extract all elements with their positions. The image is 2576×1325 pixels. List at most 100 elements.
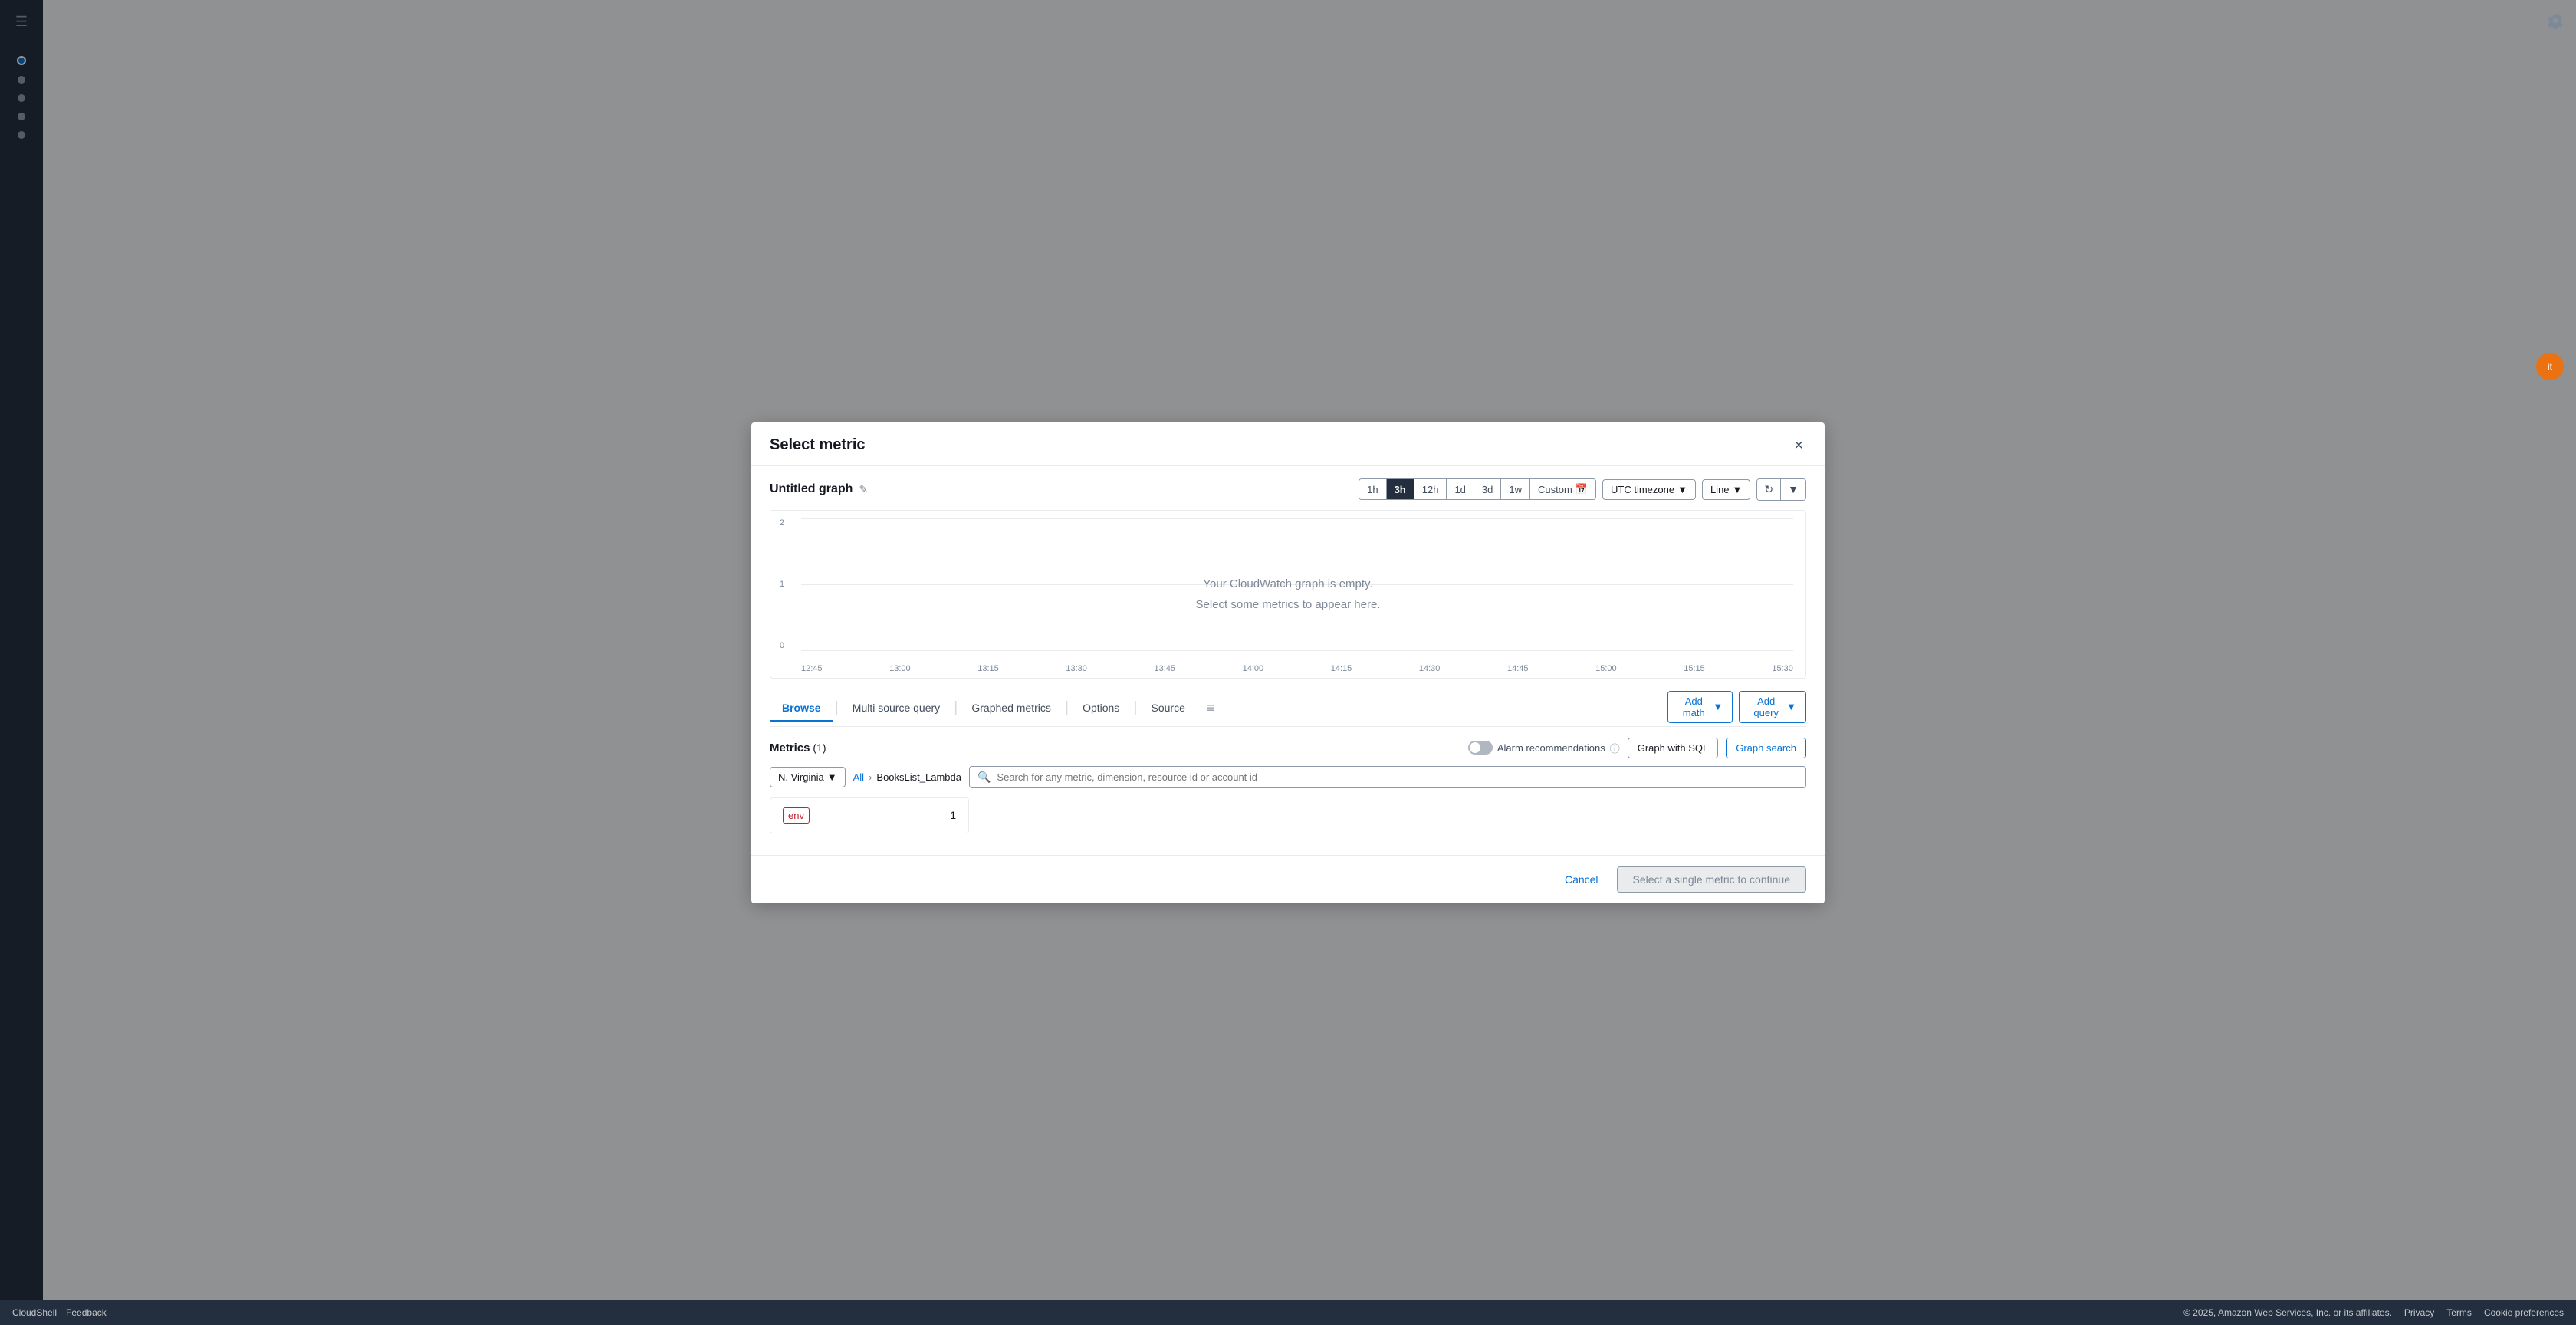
orange-action-btn[interactable]: it	[2536, 353, 2564, 380]
refresh-button[interactable]: ↻	[1757, 479, 1781, 500]
tab-browse[interactable]: Browse	[770, 695, 833, 722]
tab-sep-2: |	[954, 699, 958, 717]
time-1w-button[interactable]: 1w	[1501, 479, 1530, 499]
chart-type-select[interactable]: Line ▼	[1702, 479, 1750, 500]
cookie-link[interactable]: Cookie preferences	[2484, 1307, 2564, 1318]
metrics-count: (1)	[813, 741, 826, 754]
bottom-right: © 2025, Amazon Web Services, Inc. or its…	[2183, 1307, 2564, 1318]
timezone-select[interactable]: UTC timezone ▼	[1602, 479, 1696, 500]
tab-actions: Add math ▼ Add query ▼	[1668, 691, 1806, 726]
x-label-4: 13:45	[1155, 664, 1176, 673]
time-1d-button[interactable]: 1d	[1447, 479, 1474, 499]
empty-line1: Your CloudWatch graph is empty.	[1196, 574, 1381, 594]
modal-body: Untitled graph ✎ 1h 3h 12h 1d 3d 1w Cust…	[751, 466, 1825, 855]
metric-card-env[interactable]: env 1	[770, 797, 969, 833]
refresh-dropdown-button[interactable]: ▼	[1781, 479, 1806, 500]
bottom-bar: CloudShell Feedback © 2025, Amazon Web S…	[0, 1300, 2576, 1325]
x-label-0: 12:45	[801, 664, 823, 673]
add-query-chevron-icon: ▼	[1786, 701, 1796, 712]
privacy-link[interactable]: Privacy	[2404, 1307, 2434, 1318]
metric-search-bar: 🔍	[969, 766, 1806, 788]
x-label-6: 14:15	[1331, 664, 1352, 673]
tab-drag-container: Browse | Multi source query | Graphed me…	[770, 695, 1668, 721]
graph-header: Untitled graph ✎ 1h 3h 12h 1d 3d 1w Cust…	[770, 478, 1806, 501]
region-label: N. Virginia	[778, 771, 824, 783]
region-select-button[interactable]: N. Virginia ▼	[770, 767, 846, 787]
copyright-text: © 2025, Amazon Web Services, Inc. or its…	[2183, 1307, 2392, 1318]
alarm-rec-info-icon[interactable]: ⓘ	[1610, 741, 1620, 755]
toggle-knob	[1470, 742, 1480, 753]
add-query-button[interactable]: Add query ▼	[1739, 691, 1806, 723]
time-custom-button[interactable]: Custom 📅	[1530, 479, 1595, 499]
modal-header: Select metric ×	[751, 422, 1825, 466]
time-1h-button[interactable]: 1h	[1359, 479, 1386, 499]
breadcrumb-current: BooksList_Lambda	[876, 771, 961, 783]
breadcrumb-chevron-icon: ›	[869, 771, 872, 783]
bottom-left: CloudShell Feedback	[12, 1307, 107, 1318]
terms-link[interactable]: Terms	[2446, 1307, 2472, 1318]
y-label-0: 0	[780, 641, 784, 650]
breadcrumb-row: All › BooksList_Lambda	[853, 771, 961, 783]
add-math-button[interactable]: Add math ▼	[1668, 691, 1733, 723]
modal-title: Select metric	[770, 436, 866, 454]
y-label-2: 2	[780, 518, 784, 528]
close-button[interactable]: ×	[1791, 435, 1806, 456]
graph-title: Untitled graph	[770, 482, 853, 496]
timezone-chevron-icon: ▼	[1677, 484, 1687, 495]
metric-tag-env: env	[783, 807, 810, 824]
x-label-9: 15:00	[1595, 664, 1617, 673]
alarm-rec-toggle[interactable]	[1468, 741, 1493, 755]
x-label-5: 14:00	[1243, 664, 1264, 673]
metrics-header: Metrics (1) Alarm recommendations ⓘ Grap…	[770, 738, 1806, 758]
tab-source[interactable]: Source	[1139, 695, 1198, 722]
gear-icon[interactable]	[2547, 12, 2564, 31]
drag-handle-icon[interactable]: ≡	[1207, 700, 1215, 716]
x-label-1: 13:00	[889, 664, 911, 673]
time-12h-button[interactable]: 12h	[1414, 479, 1447, 499]
metric-search-input[interactable]	[997, 771, 1798, 783]
modal-backdrop: Select metric × Untitled graph ✎ 1h 3h 1…	[0, 0, 2576, 1325]
chart-type-label: Line	[1710, 484, 1730, 495]
tab-graphed-metrics[interactable]: Graphed metrics	[959, 695, 1063, 722]
breadcrumb-all[interactable]: All	[853, 771, 864, 783]
time-3h-button[interactable]: 3h	[1387, 479, 1414, 499]
alarm-recommendations-row: Alarm recommendations ⓘ	[1468, 741, 1620, 755]
tab-sep-1: |	[835, 699, 839, 717]
browse-row: N. Virginia ▼ All › BooksList_Lambda 🔍	[770, 766, 1806, 788]
chart-yaxis: 2 1 0	[780, 518, 784, 650]
feedback-label[interactable]: Feedback	[66, 1307, 107, 1318]
graph-with-sql-button[interactable]: Graph with SQL	[1628, 738, 1719, 758]
time-3d-button[interactable]: 3d	[1474, 479, 1501, 499]
tab-multi-source[interactable]: Multi source query	[840, 695, 952, 722]
tab-options[interactable]: Options	[1070, 695, 1132, 722]
edit-graph-title-icon[interactable]: ✎	[859, 483, 868, 496]
chart-area: 2 1 0 Your CloudWatch graph is empty. Se…	[770, 510, 1806, 679]
x-label-8: 14:45	[1507, 664, 1529, 673]
cloudshell-label[interactable]: CloudShell	[12, 1307, 57, 1318]
continue-button[interactable]: Select a single metric to continue	[1617, 866, 1806, 893]
time-range-group: 1h 3h 12h 1d 3d 1w Custom 📅	[1359, 478, 1596, 500]
add-math-label: Add math	[1677, 695, 1710, 718]
tab-sep-3: |	[1065, 699, 1069, 717]
tabs-row: Browse | Multi source query | Graphed me…	[770, 691, 1806, 727]
x-label-2: 13:15	[978, 664, 999, 673]
chart-xaxis: 12:45 13:00 13:15 13:30 13:45 14:00 14:1…	[801, 664, 1793, 673]
metric-card-count: 1	[950, 809, 956, 821]
calendar-icon: 📅	[1576, 483, 1588, 495]
x-label-3: 13:30	[1066, 664, 1087, 673]
metrics-title: Metrics	[770, 741, 810, 755]
chart-empty-message: Your CloudWatch graph is empty. Select s…	[1196, 574, 1381, 615]
x-label-10: 15:15	[1684, 664, 1705, 673]
tab-sep-4: |	[1133, 699, 1137, 717]
metrics-section: Metrics (1) Alarm recommendations ⓘ Grap…	[770, 738, 1806, 833]
metric-cards: env 1	[770, 797, 1806, 833]
graph-title-row: Untitled graph ✎	[770, 482, 868, 496]
region-chevron-icon: ▼	[827, 771, 837, 783]
cancel-button[interactable]: Cancel	[1556, 867, 1608, 892]
alarm-rec-label: Alarm recommendations	[1497, 742, 1605, 754]
chart-type-chevron-icon: ▼	[1733, 484, 1743, 495]
graph-search-button[interactable]: Graph search	[1726, 738, 1806, 758]
modal-footer: Cancel Select a single metric to continu…	[751, 855, 1825, 903]
x-label-7: 14:30	[1419, 664, 1441, 673]
timezone-label: UTC timezone	[1611, 484, 1674, 495]
